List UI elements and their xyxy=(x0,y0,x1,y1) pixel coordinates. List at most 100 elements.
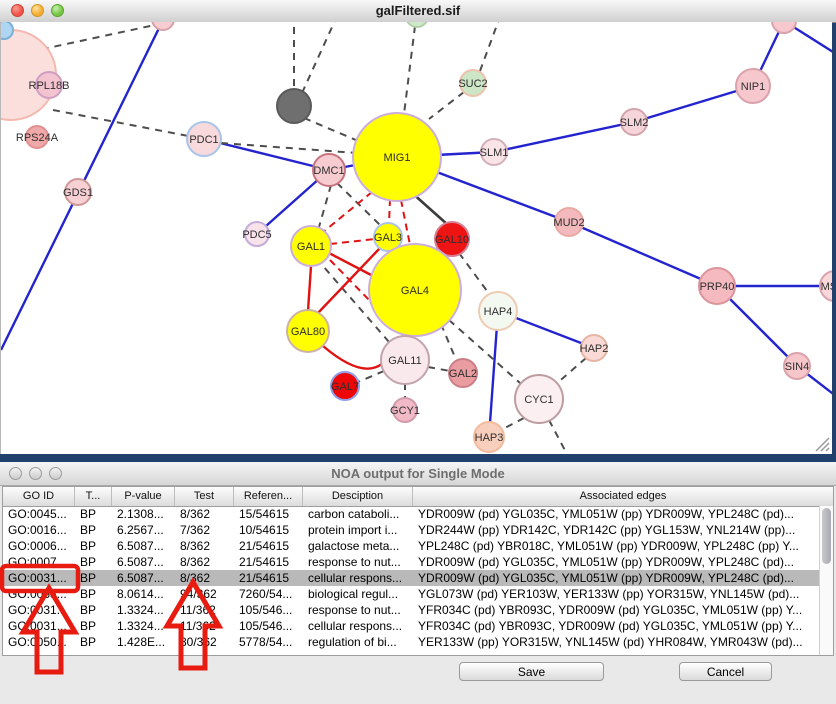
cell-description: cellular respons... xyxy=(303,570,413,586)
table-row[interactable]: GO:0045...BP2.1308...8/36215/54615carbon… xyxy=(3,506,819,522)
cell-test: 8/362 xyxy=(175,554,234,570)
edge-pd[interactable] xyxy=(428,367,450,371)
edge-pp[interactable] xyxy=(569,222,717,286)
node-mig1[interactable] xyxy=(353,113,441,201)
table-row[interactable]: GO:0031...BP6.5087...8/36221/54615cellul… xyxy=(3,570,819,586)
table-row[interactable]: GO:0006...BP6.5087...8/36221/54615galact… xyxy=(3,538,819,554)
node-cyc1[interactable] xyxy=(515,375,563,423)
node-gal4[interactable] xyxy=(369,244,461,336)
edge-pd[interactable] xyxy=(302,22,338,93)
node-hap2[interactable] xyxy=(581,335,607,361)
cell-go-id: GO:0006... xyxy=(3,538,75,554)
cell-edges: YFR034C (pd) YBR093C, YDR009W (pd) YGL03… xyxy=(413,602,819,618)
column-header-go-id[interactable]: GO ID xyxy=(3,487,75,506)
cell-p-value: 6.5087... xyxy=(112,538,175,554)
cell-reference: 105/546... xyxy=(234,618,303,634)
node-gal7[interactable] xyxy=(331,372,359,400)
network-window: galFiltered.sif RPL18BRPS24AGDS1PDC1DMC1… xyxy=(0,0,836,462)
node-slm2[interactable] xyxy=(621,109,647,135)
edge-pd[interactable] xyxy=(459,253,490,295)
cancel-button[interactable]: Cancel xyxy=(679,662,772,681)
edge-pd[interactable] xyxy=(319,185,331,227)
node-rpl18b[interactable] xyxy=(36,72,62,98)
table-row[interactable]: GO:0050...BP1.428E...80/3625778/54...reg… xyxy=(3,634,819,650)
edge-red-dash[interactable] xyxy=(389,199,390,224)
vertical-scrollbar[interactable] xyxy=(819,506,833,655)
cell-type: BP xyxy=(75,538,112,554)
cell-edges: YDR244W (pp) YDR142C, YDR142C (pp) YGL15… xyxy=(413,522,819,538)
save-button[interactable]: Save xyxy=(459,662,604,681)
edge-red[interactable] xyxy=(323,346,383,369)
column-header-test[interactable]: Test xyxy=(175,487,234,506)
table-row[interactable]: GO:0031...BP1.3324...11/362105/546...cel… xyxy=(3,618,819,634)
node-gal1[interactable] xyxy=(291,226,331,266)
node-gal11[interactable] xyxy=(381,336,429,384)
column-header-p-value[interactable]: P-value xyxy=(112,487,175,506)
node-pdc5[interactable] xyxy=(245,222,269,246)
node-unlabeled[interactable] xyxy=(406,22,428,27)
edge-pd[interactable] xyxy=(480,22,501,71)
cell-description: protein import i... xyxy=(303,522,413,538)
node-rps24a[interactable] xyxy=(26,126,48,148)
cell-edges: YFR034C (pd) YBR093C, YDR009W (pd) YGL03… xyxy=(413,618,819,634)
node-prp40[interactable] xyxy=(699,268,735,304)
cell-p-value: 2.1308... xyxy=(112,506,175,522)
resize-grip-icon[interactable] xyxy=(814,436,830,452)
edge-red-dash[interactable] xyxy=(322,192,372,233)
edge-pd[interactable] xyxy=(358,371,384,382)
node-gds1[interactable] xyxy=(65,179,91,205)
edge-pd[interactable] xyxy=(501,418,524,430)
table-header-row[interactable]: GO ID T... P-value Test Referen... Desci… xyxy=(3,487,833,507)
node-pdc1[interactable] xyxy=(187,122,221,156)
column-header-description[interactable]: Desciption xyxy=(303,487,413,506)
cell-type: BP xyxy=(75,618,112,634)
table-row[interactable]: GO:0007...BP6.5087...8/36221/54615respon… xyxy=(3,554,819,570)
node-slm1[interactable] xyxy=(481,139,507,165)
node-nip1[interactable] xyxy=(736,69,770,103)
edge-pd[interactable] xyxy=(29,22,206,52)
edge-pd[interactable] xyxy=(404,26,415,114)
edge-pd[interactable] xyxy=(441,324,457,362)
edge-pp[interactable] xyxy=(494,122,634,152)
edge-pd[interactable] xyxy=(429,92,464,119)
table-row[interactable]: GO:0031...BP1.3324...11/362105/546...res… xyxy=(3,602,819,618)
node-unlabeled[interactable] xyxy=(152,22,174,30)
column-header-type[interactable]: T... xyxy=(75,487,112,506)
table-row[interactable]: GO:0016...BP6.2567...7/36210/54615protei… xyxy=(3,522,819,538)
column-header-associated-edges[interactable]: Associated edges xyxy=(413,487,833,506)
edge-pd[interactable] xyxy=(53,110,204,139)
cell-test: 11/362 xyxy=(175,618,234,634)
edge-pp[interactable] xyxy=(634,86,753,122)
cell-reference: 5778/54... xyxy=(234,634,303,650)
scrollbar-thumb[interactable] xyxy=(822,508,831,564)
node-sin4[interactable] xyxy=(784,353,810,379)
node-msl5[interactable] xyxy=(820,271,832,301)
edge-pd[interactable] xyxy=(549,420,569,454)
node-unlabeled[interactable] xyxy=(772,22,796,33)
node-unlabeled[interactable] xyxy=(277,89,311,123)
network-window-titlebar[interactable]: galFiltered.sif xyxy=(0,0,836,23)
network-canvas[interactable]: RPL18BRPS24AGDS1PDC1DMC1MIG1SUC2SLM1SLM2… xyxy=(0,22,832,454)
column-header-reference[interactable]: Referen... xyxy=(234,487,303,506)
node-gcy1[interactable] xyxy=(393,398,417,422)
node-mud2[interactable] xyxy=(555,208,583,236)
node-gal80[interactable] xyxy=(287,310,329,352)
cell-test: 8/362 xyxy=(175,506,234,522)
node-hap4[interactable] xyxy=(479,292,517,330)
node-gal2[interactable] xyxy=(449,359,477,387)
table-row[interactable]: GO:0065...BP8.0614...94/3627260/54...bio… xyxy=(3,586,819,602)
noa-window-titlebar[interactable]: NOA output for Single Mode xyxy=(0,462,836,486)
node-unlabeled[interactable] xyxy=(1,22,13,39)
node-dmc1[interactable] xyxy=(313,154,345,186)
cell-type: BP xyxy=(75,522,112,538)
cell-description: response to nut... xyxy=(303,554,413,570)
edge-red[interactable] xyxy=(308,266,311,311)
edge-red[interactable] xyxy=(329,253,373,276)
node-suc2[interactable] xyxy=(460,70,486,96)
edge-pd[interactable] xyxy=(555,358,586,385)
node-hap3[interactable] xyxy=(474,422,504,452)
edge-red-dash[interactable] xyxy=(330,239,375,244)
network-svg[interactable]: RPL18BRPS24AGDS1PDC1DMC1MIG1SUC2SLM1SLM2… xyxy=(1,22,832,454)
edge-pd[interactable] xyxy=(304,118,363,143)
cell-description: response to nut... xyxy=(303,602,413,618)
